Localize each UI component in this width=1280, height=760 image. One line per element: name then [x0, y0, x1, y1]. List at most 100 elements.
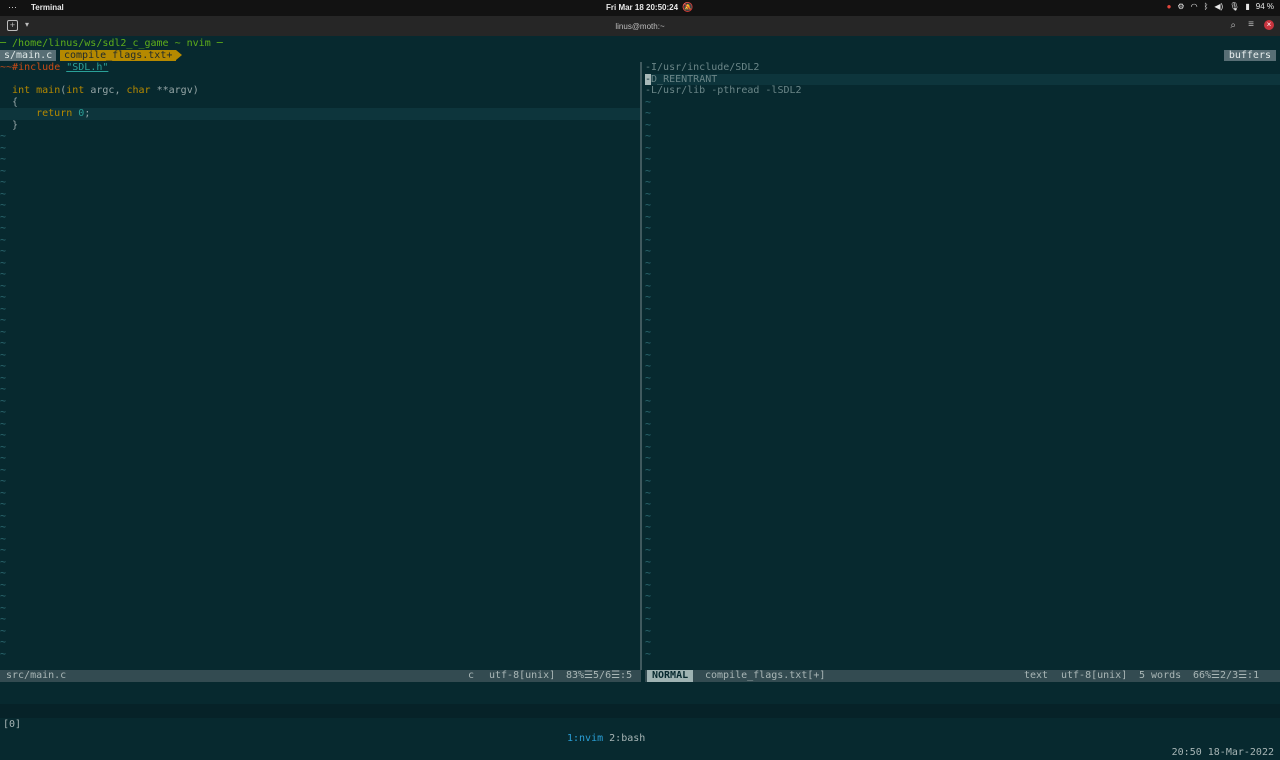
empty-line-tilde: ~ [645, 269, 652, 280]
empty-line-tilde: ~ [0, 211, 7, 223]
code-token: { [0, 96, 19, 108]
empty-line-tilde: ~ [645, 303, 652, 315]
code-token: **argv) [156, 85, 199, 96]
close-icon[interactable]: × [1264, 20, 1274, 30]
code-line[interactable]: -L/usr/lib -pthread -lSDL2 [645, 85, 1280, 97]
code-token: main [36, 85, 61, 96]
code-line[interactable]: int main(int argc, char **argv) [0, 85, 640, 97]
search-icon[interactable]: ⌕ [1230, 20, 1236, 31]
empty-line-tilde: ~ [0, 223, 7, 234]
code-line[interactable]: -I/usr/include/SDL2 [645, 62, 1280, 74]
battery-icon: ▮ [1245, 2, 1250, 11]
hamburger-menu-icon[interactable]: ≡ [1248, 19, 1254, 30]
empty-line-tilde: ~ [645, 568, 652, 579]
code-token: char [126, 85, 157, 96]
empty-line-tilde: ~ [0, 361, 7, 372]
empty-line-tilde: ~ [0, 142, 7, 154]
tmux-windows: 1:nvim 2:bash [567, 732, 645, 746]
empty-line-tilde: ~ [645, 361, 652, 372]
empty-line-tilde: ~ [645, 165, 652, 177]
buffer-tab-main-c[interactable]: s/main.c [0, 50, 57, 61]
empty-line-tilde: ~ [0, 349, 7, 361]
code-line[interactable] [0, 74, 640, 86]
window-title: linus@moth:~ [615, 22, 665, 31]
code-line[interactable]: ~~#include "SDL.h" [0, 62, 640, 74]
code-token: ; [84, 108, 91, 119]
empty-line-tilde: ~ [645, 579, 652, 591]
empty-line-tilde: ~ [0, 384, 7, 395]
editor-pane-right[interactable]: -I/usr/include/SDL2 -D_REENTRANT -L/usr/li… [645, 62, 1280, 670]
empty-line-tilde: ~ [0, 533, 7, 545]
empty-line-tilde: ~ [0, 614, 7, 625]
empty-line-tilde: ~ [645, 545, 652, 556]
code-line[interactable]: } [0, 120, 640, 132]
mic-icon: 🎙 [1229, 2, 1240, 11]
code-token: argc, [90, 85, 127, 96]
empty-line-tilde: ~ [0, 234, 7, 246]
empty-line-tilde: ~ [0, 269, 7, 280]
empty-line-tilde: ~ [645, 556, 652, 568]
code-line[interactable]: return 0; [0, 108, 640, 120]
system-top-bar: ⋯ Terminal Fri Mar 18 20:50:24 🔕 ● ⚙ ◠ ᛒ… [0, 0, 1280, 16]
activities-icon[interactable]: ⋯ [8, 2, 18, 13]
empty-line-tilde: ~ [645, 418, 652, 430]
empty-line-tilde: ~ [645, 234, 652, 246]
empty-line-tilde: ~ [0, 499, 7, 510]
empty-line-tilde: ~ [645, 315, 652, 326]
mode-indicator: NORMAL [647, 670, 694, 682]
system-tray[interactable]: ● ⚙ ◠ ᛒ ◀) 🎙 ▮ 94 % [1167, 2, 1274, 11]
pane-divider[interactable] [640, 62, 642, 670]
empty-line-tilde: ~ [645, 349, 652, 361]
statusline-file: compile_flags.txt[+] [705, 670, 826, 681]
empty-line-tilde: ~ [645, 131, 652, 142]
empty-line-tilde: ~ [645, 108, 652, 119]
empty-line-tilde: ~ [0, 602, 7, 614]
empty-line-tilde: ~ [0, 430, 7, 441]
battery-level: 94 % [1255, 2, 1274, 11]
code-token: -I/usr/include/SDL2 [645, 62, 760, 73]
clock[interactable]: Fri Mar 18 20:50:24 [606, 3, 678, 12]
buffer-tab-compile-flags[interactable]: compile_flags.txt+ [60, 50, 183, 61]
empty-line-tilde: ~ [0, 545, 7, 556]
statusline-words: 5 words [1139, 670, 1182, 681]
empty-line-tilde: ~ [645, 200, 652, 211]
empty-line-tilde: ~ [0, 579, 7, 591]
statusline-file: src/main.c [6, 670, 67, 681]
empty-line-tilde: ~ [0, 246, 7, 257]
tmux-window-nvim[interactable]: 1:nvim [567, 733, 603, 744]
code-line[interactable]: { [0, 97, 640, 109]
empty-line-tilde: ~ [645, 591, 652, 602]
tmux-window-bash[interactable]: 2:bash [609, 733, 645, 744]
empty-line-tilde: ~ [0, 131, 7, 142]
empty-line-tilde: ~ [0, 476, 7, 487]
empty-line-tilde: ~ [645, 372, 652, 384]
empty-line-tilde: ~ [645, 499, 652, 510]
empty-line-tilde: ~ [645, 292, 652, 303]
empty-line-tilde: ~ [645, 476, 652, 487]
bufferline: s/main.c compile_flags.txt+ buffers [0, 50, 1280, 62]
empty-line-tilde: ~ [0, 418, 7, 430]
code-line[interactable]: -D_REENTRANT [645, 73, 1280, 85]
empty-line-tilde: ~ [645, 510, 652, 522]
app-menu[interactable]: Terminal [31, 3, 64, 12]
empty-line-tilde: ~ [0, 648, 7, 660]
settings-icon: ⚙ [1177, 2, 1185, 11]
tmux-clock: 20:50 18-Mar-2022 [1171, 747, 1274, 758]
empty-line-tilde: ~ [645, 177, 652, 188]
empty-line-tilde: ~ [0, 188, 7, 200]
empty-line-tilde: ~ [645, 338, 652, 349]
statusline-position: 83%☰5/6☰:5 [566, 670, 633, 681]
empty-line-tilde: ~ [0, 591, 7, 602]
empty-line-tilde: ~ [645, 407, 652, 418]
empty-line-tilde: ~ [0, 625, 7, 637]
tmux-pane-title: ─ /home/linus/ws/sdl2_c_game ~ nvim ─ [0, 38, 223, 49]
empty-line-tilde: ~ [645, 430, 652, 441]
empty-line-tilde: ~ [0, 338, 7, 349]
empty-line-tilde: ~ [645, 280, 652, 292]
tmux-session: [0] [3, 719, 22, 730]
editor-pane-left[interactable]: ~~#include "SDL.h" int main(int argc, ch… [0, 62, 640, 670]
empty-line-tilde: ~ [645, 223, 652, 234]
empty-line-tilde: ~ [0, 200, 7, 211]
